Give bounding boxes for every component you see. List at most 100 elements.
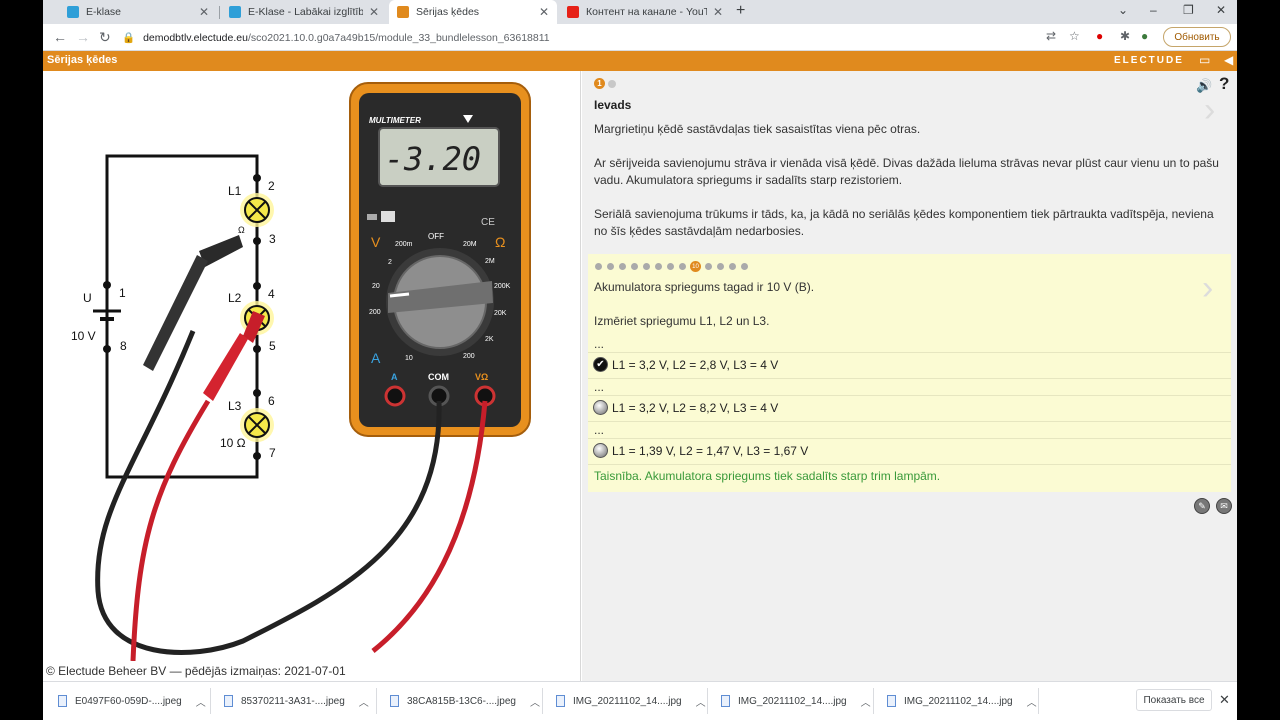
quiz-panel: 10 Akumulatora spriegums tagad ir 10 V (…	[588, 254, 1231, 492]
svg-text:COM: COM	[428, 372, 449, 382]
chevron-up-icon[interactable]: ︿	[1027, 694, 1037, 709]
node-label: 2	[268, 179, 275, 193]
opera-icon[interactable]: ●	[1096, 29, 1103, 43]
svg-text:VΩ: VΩ	[475, 372, 488, 382]
download-item[interactable]: 85370211-3A31-....jpeg ︿	[224, 692, 369, 710]
quiz-ellipsis: ...	[594, 380, 605, 394]
app-header: Sērijas ķēdes ELECTUDE ▭ ◀	[43, 51, 1237, 71]
chevron-up-icon[interactable]: ︿	[696, 694, 706, 709]
download-item[interactable]: 38CA815B-13C6-....jpeg ︿	[390, 692, 540, 710]
node-label: 6	[268, 394, 275, 408]
settings-wrench-icon[interactable]: ✎	[1194, 498, 1210, 514]
tab-strip: E-klase ✕ E-Klase - Labākai izglītībai ✕…	[43, 0, 1237, 24]
quiz-current-step[interactable]: 10	[690, 261, 701, 272]
svg-text:Ω: Ω	[495, 234, 505, 250]
chevron-up-icon[interactable]: ︿	[196, 694, 206, 709]
port-a[interactable]	[384, 385, 406, 407]
lamp-name-label: L2	[228, 291, 242, 305]
profile-avatar-icon[interactable]: ●	[1141, 29, 1148, 43]
image-file-icon	[224, 695, 233, 707]
download-item[interactable]: IMG_20211102_14....jpg ︿	[887, 692, 1037, 710]
lock-icon: 🔒	[122, 32, 136, 44]
multimeter-reading: -3.20	[385, 140, 481, 178]
tab-serijas-kedes[interactable]: Sērijas ķēdes ✕	[389, 0, 557, 24]
image-file-icon	[556, 695, 565, 707]
svg-text:OFF: OFF	[428, 232, 444, 241]
address-bar[interactable]: 🔒 demodbtlv.electude.eu /sco2021.10.0.g0…	[122, 27, 1087, 48]
restore-icon[interactable]: ❐	[1183, 3, 1194, 17]
download-item[interactable]: IMG_20211102_14....jpg ︿	[556, 692, 706, 710]
presentation-icon[interactable]: ▭	[1199, 53, 1210, 67]
circuit-diagram: U 10 V 1 8 L1 Ω 2 3 L2 Ω 4 5 L3 10 Ω 6 7	[71, 82, 531, 661]
node-label: 8	[120, 339, 127, 353]
close-tab-icon[interactable]: ✕	[369, 5, 379, 19]
source-voltage-label: 10 V	[71, 329, 96, 343]
quiz-prompt: Izmēriet spriegumu L1, L2 un L3.	[594, 314, 770, 328]
source-label: U	[83, 291, 92, 305]
close-tab-icon[interactable]: ✕	[539, 5, 549, 19]
tab-search-icon[interactable]: ⌄	[1118, 3, 1128, 17]
svg-text:2: 2	[388, 259, 392, 266]
download-item[interactable]: IMG_20211102_14....jpg ︿	[721, 692, 871, 710]
update-button[interactable]: Обновить	[1163, 27, 1231, 47]
extensions-icon[interactable]: ✱	[1120, 29, 1130, 43]
minimize-icon[interactable]: –	[1150, 3, 1157, 17]
quiz-next-chevron-icon[interactable]: ›	[1202, 269, 1213, 308]
close-window-icon[interactable]: ✕	[1216, 3, 1226, 17]
collapse-arrow-icon[interactable]: ◀	[1224, 53, 1233, 67]
chevron-up-icon[interactable]: ︿	[530, 694, 540, 709]
eklase-favicon-icon	[67, 6, 79, 18]
tab-eklase-labakai[interactable]: E-Klase - Labākai izglītībai ✕	[221, 0, 387, 24]
node-label: 7	[269, 446, 276, 460]
svg-text:10: 10	[405, 355, 413, 362]
answer-option[interactable]: ✔ L1 = 3,2 V, L2 = 2,8 V, L3 = 4 V	[593, 357, 778, 372]
electude-favicon-icon	[397, 6, 409, 18]
answer-option[interactable]: L1 = 1,39 V, L2 = 1,47 V, L3 = 1,67 V	[593, 443, 808, 458]
lamp-resistance-label: 10 Ω	[220, 436, 246, 450]
selected-check-icon[interactable]: ✔	[593, 357, 608, 372]
svg-text:A: A	[391, 372, 398, 382]
svg-text:200: 200	[369, 309, 381, 316]
quiz-ellipsis: ...	[594, 337, 605, 351]
radio-button-icon[interactable]	[593, 400, 608, 415]
forward-icon[interactable]: →	[76, 29, 90, 45]
help-icon[interactable]: ?	[1219, 74, 1229, 94]
copyright-note: © Electude Beheer BV — pēdējās izmaiņas:…	[46, 664, 346, 678]
svg-text:V: V	[371, 234, 381, 250]
node-label: 4	[268, 287, 275, 301]
tab-youtube-studio[interactable]: Контент на канале - YouTube Stu ✕	[559, 0, 731, 24]
step-badge[interactable]: 1	[594, 78, 605, 89]
feedback-message: Taisnība. Akumulatora spriegums tiek sad…	[594, 469, 941, 483]
translate-icon[interactable]: ⇄	[1046, 29, 1056, 43]
radio-button-icon[interactable]	[593, 443, 608, 458]
tab-eklase[interactable]: E-klase ✕	[59, 0, 217, 24]
svg-text:CE: CE	[481, 217, 495, 228]
electude-logo: ELECTUDE	[1114, 55, 1184, 66]
close-downloads-icon[interactable]: ✕	[1219, 692, 1230, 708]
new-tab-button[interactable]: +	[736, 2, 745, 20]
node-label: 5	[269, 339, 276, 353]
download-item[interactable]: E0497F60-059D-....jpeg ︿	[58, 692, 206, 710]
lesson-paragraph: Seriālā savienojuma trūkums ir tāds, ka,…	[594, 207, 1214, 238]
next-page-chevron-icon[interactable]: ›	[1204, 91, 1215, 130]
svg-text:200m: 200m	[395, 241, 413, 248]
chevron-up-icon[interactable]: ︿	[861, 694, 871, 709]
reload-icon[interactable]: ↻	[99, 29, 111, 46]
close-tab-icon[interactable]: ✕	[713, 5, 723, 19]
svg-text:200: 200	[463, 353, 475, 360]
bookmark-star-icon[interactable]: ☆	[1069, 29, 1080, 43]
show-all-downloads-button[interactable]: Показать все	[1136, 689, 1212, 711]
svg-text:A: A	[371, 350, 381, 366]
multimeter[interactable]: MULTIMETER -3.20 CE V Ω OFF 200m 2 20 20…	[349, 82, 531, 437]
pager-dot[interactable]	[608, 80, 616, 88]
comment-icon[interactable]: ✉	[1216, 498, 1232, 514]
image-file-icon	[58, 695, 67, 707]
chevron-up-icon[interactable]: ︿	[359, 694, 369, 709]
image-file-icon	[721, 695, 730, 707]
close-tab-icon[interactable]: ✕	[199, 5, 209, 19]
youtube-favicon-icon	[567, 6, 579, 18]
lesson-paragraph: Ar sērijveida savienojumu strāva ir vien…	[594, 156, 1219, 187]
answer-option[interactable]: L1 = 3,2 V, L2 = 8,2 V, L3 = 4 V	[593, 400, 778, 415]
back-icon[interactable]: ←	[53, 29, 67, 45]
svg-text:2K: 2K	[485, 336, 494, 343]
